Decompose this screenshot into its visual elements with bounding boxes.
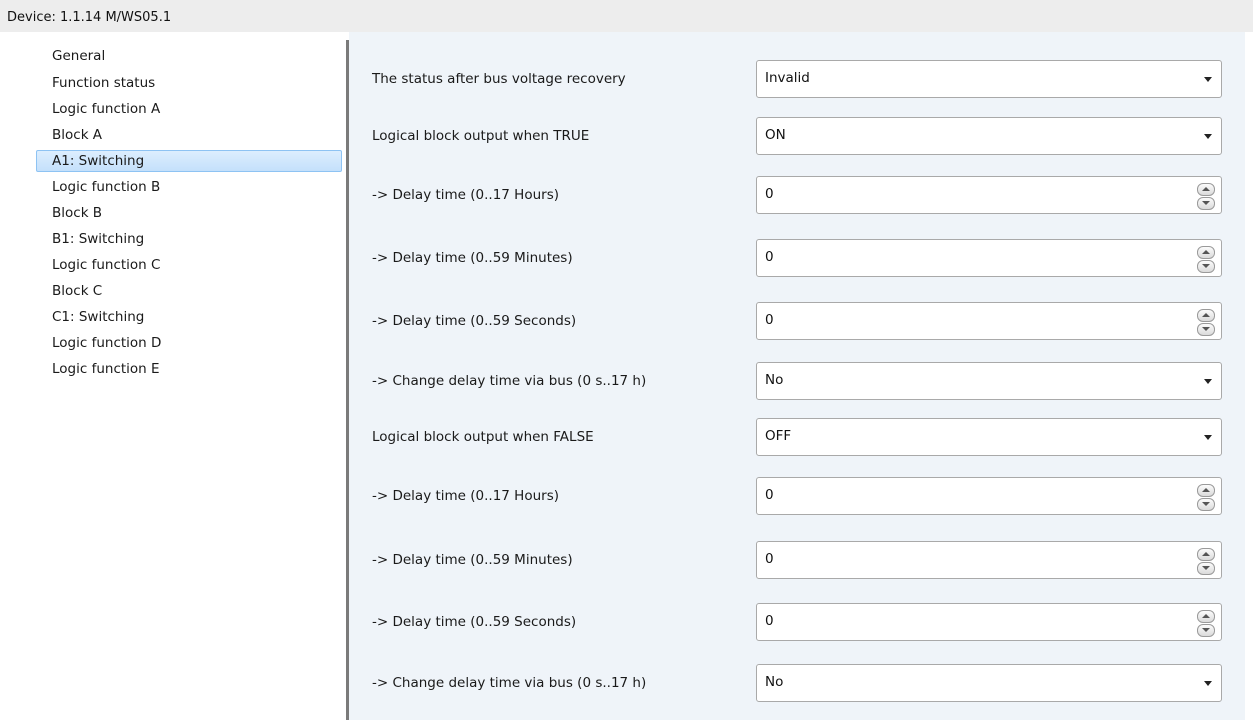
sidebar-nav: General Function status Logic function A… bbox=[0, 32, 346, 720]
spin-value: 0 bbox=[765, 186, 774, 202]
spin-true-delay-minutes[interactable]: 0 bbox=[756, 239, 1222, 277]
arrow-up-icon[interactable] bbox=[1197, 610, 1215, 623]
spin-false-delay-minutes[interactable]: 0 bbox=[756, 541, 1222, 579]
param-label-true-delay-hours: -> Delay time (0..17 Hours) bbox=[372, 187, 559, 203]
nav-item-c1-switching[interactable]: C1: Switching bbox=[36, 306, 342, 328]
spin-value: 0 bbox=[765, 312, 774, 328]
chevron-down-icon bbox=[1204, 681, 1212, 686]
param-label-true-delay-seconds: -> Delay time (0..59 Seconds) bbox=[372, 313, 577, 329]
param-label-bus-voltage-recovery: The status after bus voltage recovery bbox=[372, 71, 626, 87]
arrow-down-icon[interactable] bbox=[1197, 197, 1215, 210]
param-label-false-delay-minutes: -> Delay time (0..59 Minutes) bbox=[372, 552, 573, 568]
arrow-up-icon[interactable] bbox=[1197, 484, 1215, 497]
chevron-down-icon bbox=[1204, 77, 1212, 82]
param-label-true-delay-minutes: -> Delay time (0..59 Minutes) bbox=[372, 250, 573, 266]
spin-false-delay-hours[interactable]: 0 bbox=[756, 477, 1222, 515]
device-title-bar: Device: 1.1.14 M/WS05.1 bbox=[0, 0, 1253, 32]
nav-item-logic-function-a[interactable]: Logic function A bbox=[36, 98, 342, 120]
nav-item-block-c[interactable]: Block C bbox=[36, 280, 342, 302]
select-value: No bbox=[765, 674, 784, 690]
select-value: No bbox=[765, 372, 784, 388]
nav-item-logic-function-b[interactable]: Logic function B bbox=[36, 176, 342, 198]
select-value: ON bbox=[765, 127, 786, 143]
arrow-up-icon[interactable] bbox=[1197, 309, 1215, 322]
spin-false-delay-seconds[interactable]: 0 bbox=[756, 603, 1222, 641]
chevron-down-icon bbox=[1204, 435, 1212, 440]
spin-true-delay-seconds[interactable]: 0 bbox=[756, 302, 1222, 340]
param-label-false-delay-seconds: -> Delay time (0..59 Seconds) bbox=[372, 614, 577, 630]
arrow-down-icon[interactable] bbox=[1197, 260, 1215, 273]
nav-item-a1-switching[interactable]: A1: Switching bbox=[36, 150, 342, 172]
nav-item-block-a[interactable]: Block A bbox=[36, 124, 342, 146]
arrow-up-icon[interactable] bbox=[1197, 183, 1215, 196]
select-output-false[interactable]: OFF bbox=[756, 418, 1222, 456]
select-value: OFF bbox=[765, 428, 792, 444]
nav-item-function-status[interactable]: Function status bbox=[36, 72, 342, 94]
select-value: Invalid bbox=[765, 70, 810, 86]
arrow-down-icon[interactable] bbox=[1197, 323, 1215, 336]
spin-value: 0 bbox=[765, 613, 774, 629]
arrow-down-icon[interactable] bbox=[1197, 498, 1215, 511]
spin-value: 0 bbox=[765, 487, 774, 503]
select-output-true[interactable]: ON bbox=[756, 117, 1222, 155]
param-label-false-delay-hours: -> Delay time (0..17 Hours) bbox=[372, 488, 559, 504]
param-label-false-change-delay-bus: -> Change delay time via bus (0 s..17 h) bbox=[372, 675, 647, 691]
arrow-down-icon[interactable] bbox=[1197, 562, 1215, 575]
nav-item-block-b[interactable]: Block B bbox=[36, 202, 342, 224]
select-true-change-delay-bus[interactable]: No bbox=[756, 362, 1222, 400]
spin-true-delay-hours[interactable]: 0 bbox=[756, 176, 1222, 214]
spin-value: 0 bbox=[765, 249, 774, 265]
param-label-true-change-delay-bus: -> Change delay time via bus (0 s..17 h) bbox=[372, 373, 647, 389]
nav-item-b1-switching[interactable]: B1: Switching bbox=[36, 228, 342, 250]
arrow-down-icon[interactable] bbox=[1197, 624, 1215, 637]
nav-item-logic-function-c[interactable]: Logic function C bbox=[36, 254, 342, 276]
nav-item-logic-function-e[interactable]: Logic function E bbox=[36, 358, 342, 380]
device-title: Device: 1.1.14 M/WS05.1 bbox=[7, 10, 172, 25]
arrow-up-icon[interactable] bbox=[1197, 548, 1215, 561]
param-label-output-false: Logical block output when FALSE bbox=[372, 429, 594, 445]
select-false-change-delay-bus[interactable]: No bbox=[756, 664, 1222, 702]
nav-item-logic-function-d[interactable]: Logic function D bbox=[36, 332, 342, 354]
chevron-down-icon bbox=[1204, 134, 1212, 139]
arrow-up-icon[interactable] bbox=[1197, 246, 1215, 259]
param-label-output-true: Logical block output when TRUE bbox=[372, 128, 590, 144]
chevron-down-icon bbox=[1204, 379, 1212, 384]
spin-value: 0 bbox=[765, 551, 774, 567]
select-bus-voltage-recovery[interactable]: Invalid bbox=[756, 60, 1222, 98]
nav-item-general[interactable]: General bbox=[36, 45, 342, 67]
